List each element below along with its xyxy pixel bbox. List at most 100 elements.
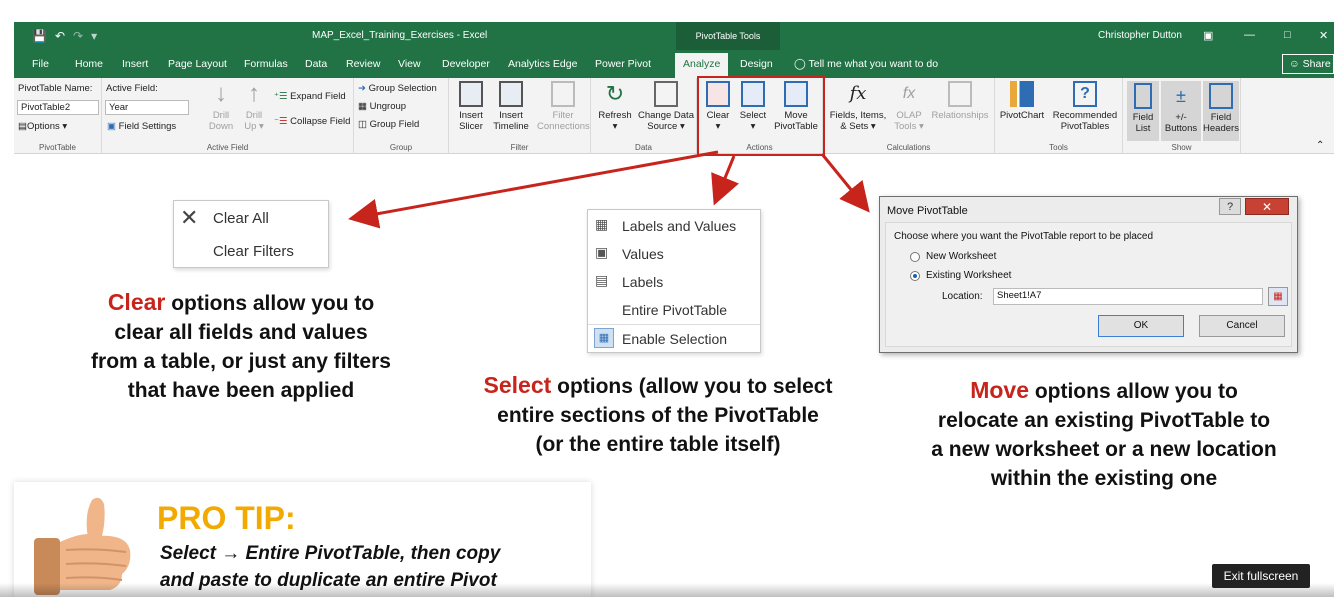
ribbon-display-options-icon[interactable]: ▣: [1203, 29, 1213, 42]
plus-minus-buttons-button[interactable]: ± +/- Buttons: [1161, 81, 1201, 141]
move-caption-line-3: a new worksheet or a new location: [931, 438, 1277, 461]
pivottable-name-input[interactable]: PivotTable2: [17, 100, 99, 115]
tab-developer[interactable]: Developer: [442, 58, 490, 70]
move-pivottable-dialog: Move PivotTable ? ✕ Choose where you wan…: [879, 196, 1298, 353]
fields-items-sets-button[interactable]: fx Fields, Items, & Sets ▾: [829, 81, 887, 132]
new-worksheet-radio[interactable]: [910, 252, 920, 262]
share-button[interactable]: ☺ Share: [1282, 54, 1334, 74]
active-field-input[interactable]: Year: [105, 100, 189, 115]
dialog-body: Choose where you want the PivotTable rep…: [885, 222, 1292, 347]
clear-menu: ✕ Clear All Clear Filters: [173, 200, 329, 268]
drill-down-label-1: Drill: [212, 110, 230, 121]
ungroup-button[interactable]: ▦ Ungroup: [358, 101, 406, 112]
clear-all-item[interactable]: Clear All: [213, 210, 269, 227]
group-filter: Insert Slicer Insert Timeline Filter Con…: [449, 78, 591, 154]
labels-item[interactable]: Labels: [622, 274, 663, 290]
filter-connections-label-2: Connections: [537, 121, 590, 132]
tab-home[interactable]: Home: [75, 58, 103, 70]
redo-icon[interactable]: ↷: [73, 29, 83, 43]
refresh-button[interactable]: ↻ Refresh ▾: [595, 81, 635, 132]
tab-power-pivot[interactable]: Power Pivot: [595, 58, 651, 70]
field-list-label-2: List: [1135, 123, 1151, 134]
tab-data[interactable]: Data: [305, 58, 327, 70]
undo-icon[interactable]: ↶: [55, 29, 65, 43]
cancel-button[interactable]: Cancel: [1199, 315, 1285, 337]
new-worksheet-label[interactable]: New Worksheet: [926, 251, 996, 262]
tab-formulas[interactable]: Formulas: [244, 58, 288, 70]
dialog-close-button[interactable]: ✕: [1245, 198, 1289, 215]
drill-up-button[interactable]: ↑ Drill Up ▾: [240, 80, 268, 133]
close-window-icon[interactable]: ✕: [1319, 29, 1328, 42]
insert-slicer-label-1: Insert: [459, 110, 483, 121]
location-label: Location:: [942, 291, 983, 302]
person-icon: ☺: [1289, 58, 1300, 70]
options-icon: ▤: [18, 121, 27, 132]
help-button[interactable]: ?: [1219, 198, 1241, 215]
user-name[interactable]: Christopher Dutton: [1098, 30, 1182, 41]
olap-tools-button[interactable]: fx OLAP Tools ▾: [893, 81, 925, 132]
save-icon[interactable]: 💾: [32, 29, 47, 43]
recommended-pivottables-button[interactable]: ? Recommended PivotTables: [1049, 81, 1121, 132]
tab-view[interactable]: View: [398, 58, 421, 70]
tab-design[interactable]: Design: [740, 58, 773, 70]
customize-qat-icon[interactable]: ▾: [91, 29, 97, 43]
change-data-label-1: Change Data: [638, 110, 694, 121]
values-item[interactable]: Values: [622, 246, 664, 262]
group-data: ↻ Refresh ▾ Change Data Source ▾ Data: [591, 78, 697, 154]
tell-me-text: Tell me what you want to do: [808, 58, 939, 70]
exit-fullscreen-button[interactable]: Exit fullscreen: [1212, 564, 1310, 588]
pivotchart-button[interactable]: PivotChart: [997, 81, 1047, 121]
tab-file[interactable]: File: [32, 58, 49, 70]
group-selection-button[interactable]: ➜ Group Selection: [358, 83, 437, 94]
tab-page-layout[interactable]: Page Layout: [168, 58, 227, 70]
insert-slicer-button[interactable]: Insert Slicer: [455, 81, 487, 132]
select-caption-line-2: entire sections of the PivotTable: [497, 404, 819, 427]
group-field-button[interactable]: ◫ Group Field: [358, 119, 419, 130]
pivottable-tools-band: PivotTable Tools: [676, 22, 780, 50]
group-label-show: Show: [1171, 143, 1192, 152]
field-headers-button[interactable]: Field Headers: [1203, 81, 1239, 141]
relationships-button[interactable]: Relationships: [929, 81, 991, 121]
clear-filters-item[interactable]: Clear Filters: [213, 243, 294, 260]
group-label-filter: Filter: [510, 143, 529, 152]
actions-highlight-box: [697, 76, 825, 156]
location-input[interactable]: Sheet1!A7: [993, 288, 1263, 305]
expand-field-button[interactable]: ⁺☰ Expand Field: [274, 91, 346, 102]
field-list-button[interactable]: Field List: [1127, 81, 1159, 141]
plus-minus-icon: ±: [1176, 86, 1186, 106]
enable-selection-item[interactable]: Enable Selection: [622, 331, 727, 347]
minimize-icon[interactable]: —: [1244, 29, 1255, 41]
collapse-dialog-icon[interactable]: ▦: [1268, 287, 1288, 306]
group-show: Field List ± +/- Buttons Field Headers S…: [1123, 78, 1241, 154]
options-button[interactable]: ▤Options ▾: [18, 121, 67, 132]
change-data-source-button[interactable]: Change Data Source ▾: [637, 81, 695, 132]
pro-tip-line-1: Select → Entire PivotTable, then copy: [160, 543, 501, 564]
tab-insert[interactable]: Insert: [122, 58, 148, 70]
drill-down-button[interactable]: ↓ Drill Down: [206, 81, 236, 133]
collapse-ribbon-icon[interactable]: ⌃: [1316, 140, 1324, 151]
move-caption-line-1: options allow you to: [1028, 380, 1238, 403]
existing-worksheet-radio[interactable]: [910, 271, 920, 281]
tab-analyze[interactable]: Analyze: [675, 53, 729, 78]
enable-selection-icon: ▦: [594, 328, 614, 348]
ok-button[interactable]: OK: [1098, 315, 1184, 337]
insert-timeline-button[interactable]: Insert Timeline: [489, 81, 533, 132]
entire-pivottable-item[interactable]: Entire PivotTable: [622, 302, 727, 318]
labels-and-values-item[interactable]: Labels and Values: [622, 218, 736, 234]
collapse-icon: ⁻☰: [274, 116, 288, 127]
group-tools: PivotChart ? Recommended PivotTables Too…: [995, 78, 1123, 154]
field-settings-button[interactable]: ▣ Field Settings: [107, 121, 176, 132]
timeline-icon: [499, 81, 523, 107]
collapse-field-button[interactable]: ⁻☰ Collapse Field: [274, 116, 350, 127]
filter-connections-button[interactable]: Filter Connections: [537, 81, 590, 132]
maximize-icon[interactable]: □: [1284, 29, 1291, 41]
tab-review[interactable]: Review: [346, 58, 380, 70]
move-keyword: Move: [970, 377, 1029, 403]
existing-worksheet-label[interactable]: Existing Worksheet: [926, 270, 1011, 281]
tab-analytics-edge[interactable]: Analytics Edge: [508, 58, 577, 70]
tell-me-box[interactable]: ◯ Tell me what you want to do: [794, 58, 938, 70]
up-arrow-icon: ↑: [248, 80, 260, 107]
drill-down-label-2: Down: [208, 121, 234, 132]
recommended-label-1: Recommended: [1052, 110, 1118, 121]
pivotchart-label: PivotChart: [999, 110, 1045, 121]
